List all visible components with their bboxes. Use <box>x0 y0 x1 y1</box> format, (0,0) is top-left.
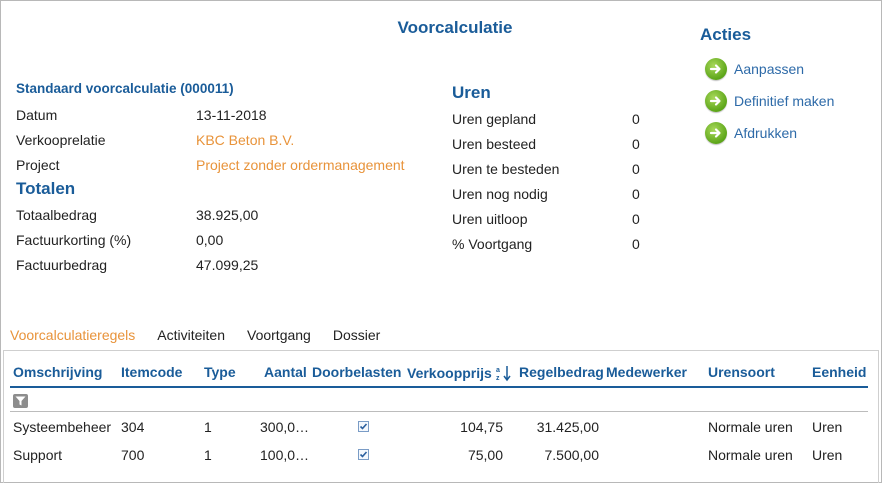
cell-verkoopprijs: 75,00 <box>467 447 503 463</box>
cell-urensoort: Normale uren <box>708 419 793 435</box>
field-value-uren-uitloop: 0 <box>632 211 640 227</box>
field-label-totaalbedrag: Totaalbedrag <box>16 207 97 223</box>
field-label-voortgang: % Voortgang <box>452 236 533 252</box>
doorbelasten-checkbox[interactable] <box>358 449 369 460</box>
action-label: Afdrukken <box>734 125 798 141</box>
tab-dossier[interactable]: Dossier <box>333 327 380 343</box>
cell-aantal: 300,0… <box>260 419 310 435</box>
arrow-right-icon <box>705 58 727 80</box>
field-label-project: Project <box>16 157 60 173</box>
project-link[interactable]: Project zonder ordermanagement <box>196 157 405 173</box>
cell-omschrijving: Support <box>13 447 63 463</box>
column-header-itemcode[interactable]: Itemcode <box>121 364 182 380</box>
tab-activiteiten[interactable]: Activiteiten <box>157 327 225 343</box>
cell-urensoort: Normale uren <box>708 447 793 463</box>
column-header-eenheid[interactable]: Eenheid <box>812 364 866 380</box>
cell-eenheid: Uren <box>812 419 843 435</box>
field-label-datum: Datum <box>16 107 58 123</box>
calculation-subtitle: Standaard voorcalculatie (000011) <box>16 81 234 96</box>
field-label-factuurkorting: Factuurkorting (%) <box>16 232 132 248</box>
field-value-voortgang: 0 <box>632 236 640 252</box>
actions-title: Acties <box>700 25 752 44</box>
filter-icon[interactable] <box>13 394 28 408</box>
field-value-uren-te-besteden: 0 <box>632 161 640 177</box>
column-header-omschrijving[interactable]: Omschrijving <box>13 364 102 380</box>
field-value-factuurbedrag: 47.099,25 <box>196 257 259 273</box>
tab-voortgang[interactable]: Voortgang <box>247 327 311 343</box>
column-header-type[interactable]: Type <box>204 364 236 380</box>
field-value-uren-gepland: 0 <box>632 111 640 127</box>
cell-type: 1 <box>204 419 212 435</box>
column-header-regelbedrag[interactable]: Regelbedrag <box>519 364 604 380</box>
field-value-totaalbedrag: 38.925,00 <box>196 207 259 223</box>
field-label-factuurbedrag: Factuurbedrag <box>16 257 108 273</box>
cell-regelbedrag: 31.425,00 <box>536 419 599 435</box>
column-header-label: Verkoopprijs <box>407 365 492 382</box>
field-value-uren-nog-nodig: 0 <box>632 186 640 202</box>
svg-text:z: z <box>496 375 500 382</box>
tab-voorcalculatieregels[interactable]: Voorcalculatieregels <box>10 327 135 343</box>
hours-title: Uren <box>452 83 491 102</box>
cell-type: 1 <box>204 447 212 463</box>
header-divider <box>10 386 868 388</box>
svg-text:a: a <box>496 367 500 374</box>
field-label-uren-besteed: Uren besteed <box>452 136 537 152</box>
field-label-uren-te-besteden: Uren te besteden <box>452 161 560 177</box>
field-label-verkooprelatie: Verkooprelatie <box>16 132 106 148</box>
action-afdrukken[interactable]: Afdrukken <box>705 121 797 145</box>
tab-bar: Voorcalculatieregels Activiteiten Voortg… <box>10 327 402 343</box>
totals-title: Totalen <box>16 179 76 198</box>
filter-row <box>10 392 868 412</box>
cell-regelbedrag: 7.500,00 <box>544 447 600 463</box>
cell-eenheid: Uren <box>812 447 843 463</box>
cell-omschrijving: Systeembeheer <box>13 419 112 435</box>
column-header-verkoopprijs[interactable]: Verkoopprijs az <box>407 364 512 385</box>
cell-itemcode: 700 <box>121 447 145 463</box>
action-definitief-maken[interactable]: Definitief maken <box>705 89 834 113</box>
column-header-aantal[interactable]: Aantal <box>264 364 307 380</box>
field-label-uren-uitloop: Uren uitloop <box>452 211 528 227</box>
doorbelasten-checkbox[interactable] <box>358 421 369 432</box>
cell-itemcode: 304 <box>121 419 145 435</box>
arrow-right-icon <box>705 90 727 112</box>
column-header-doorbelasten[interactable]: Doorbelasten <box>312 364 401 380</box>
action-label: Definitief maken <box>734 93 835 109</box>
column-header-medewerker[interactable]: Medewerker <box>606 364 687 380</box>
column-header-urensoort[interactable]: Urensoort <box>708 364 775 380</box>
cell-verkoopprijs: 104,75 <box>460 419 503 435</box>
field-label-uren-nog-nodig: Uren nog nodig <box>452 186 548 202</box>
field-value-uren-besteed: 0 <box>632 136 640 152</box>
arrow-right-icon <box>705 122 727 144</box>
verkooprelatie-link[interactable]: KBC Beton B.V. <box>196 132 294 148</box>
field-value-factuurkorting: 0,00 <box>196 232 224 248</box>
field-label-uren-gepland: Uren gepland <box>452 111 537 127</box>
sort-az-icon: az <box>496 364 512 385</box>
action-aanpassen[interactable]: Aanpassen <box>705 57 804 81</box>
action-label: Aanpassen <box>734 61 805 77</box>
cell-aantal: 100,0… <box>260 447 310 463</box>
field-value-datum: 13-11-2018 <box>196 107 267 123</box>
